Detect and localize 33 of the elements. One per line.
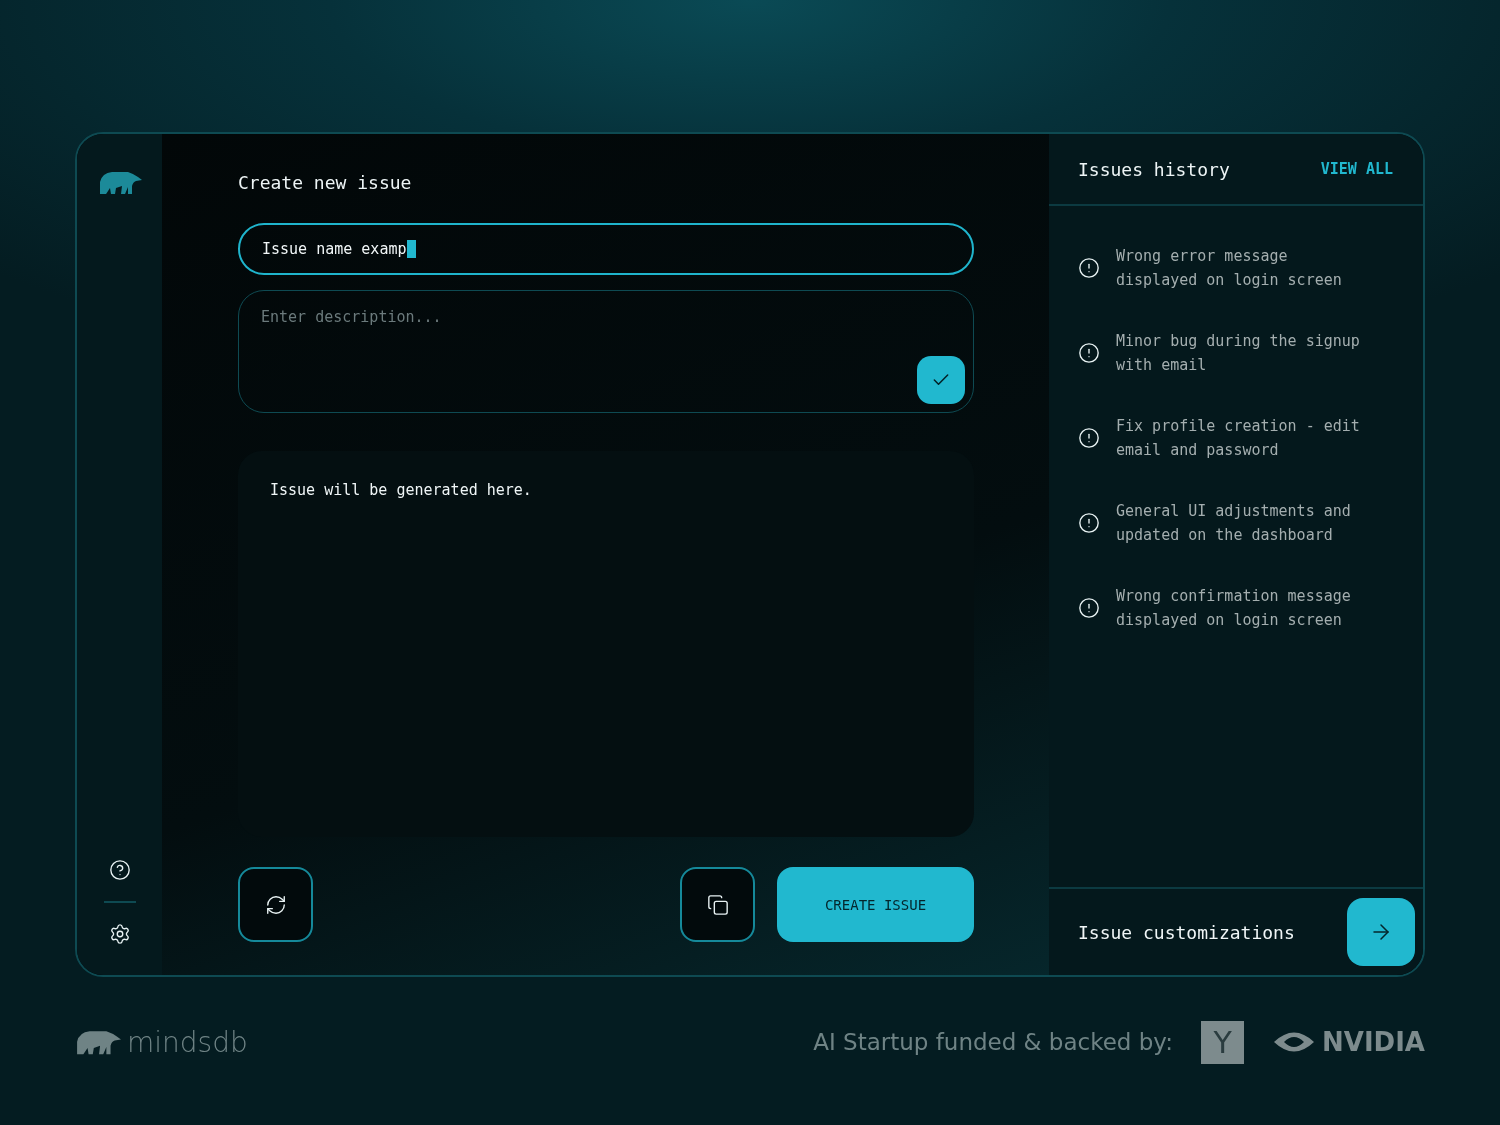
history-title: Issues history bbox=[1078, 158, 1230, 180]
text-cursor bbox=[406, 240, 416, 258]
confirm-button[interactable] bbox=[917, 356, 965, 404]
description-field[interactable]: Enter description... bbox=[238, 290, 974, 413]
history-item[interactable]: Wrong error message displayed on login screen bbox=[1116, 244, 1366, 292]
alert-icon bbox=[1078, 342, 1100, 364]
alert-icon bbox=[1078, 257, 1100, 279]
next-button[interactable] bbox=[1347, 898, 1415, 966]
brand-name: mindsdb bbox=[127, 1025, 248, 1059]
customizations-label: Issue customizations bbox=[1078, 921, 1296, 943]
bear-logo-icon bbox=[97, 170, 142, 195]
tagline: AI Startup funded & backed by: bbox=[813, 1029, 1174, 1055]
help-icon[interactable] bbox=[108, 859, 131, 881]
refresh-button[interactable] bbox=[238, 867, 313, 942]
refresh-icon bbox=[264, 893, 287, 916]
history-item[interactable]: Fix profile creation - edit email and password bbox=[1116, 414, 1366, 462]
page-title: Create new issue bbox=[238, 172, 413, 193]
create-issue-button[interactable]: CREATE ISSUE bbox=[777, 867, 974, 942]
copy-icon bbox=[706, 893, 729, 916]
bear-logo-icon bbox=[75, 1029, 121, 1055]
view-all-link[interactable]: VIEW ALL bbox=[1320, 160, 1393, 178]
alert-icon bbox=[1078, 427, 1100, 449]
backer-logo: NVIDIA bbox=[1322, 1027, 1425, 1057]
issue-name-field[interactable]: Issue name examp bbox=[238, 223, 974, 275]
backer-logo: Y bbox=[1201, 1020, 1245, 1064]
alert-icon bbox=[1078, 512, 1100, 534]
settings-icon[interactable] bbox=[108, 923, 131, 945]
output-text: Issue will be generated here. bbox=[270, 481, 533, 499]
copy-button[interactable] bbox=[680, 867, 755, 942]
history-item[interactable]: Wrong confirmation message displayed on login screen bbox=[1116, 584, 1366, 632]
alert-icon bbox=[1078, 597, 1100, 619]
history-item[interactable]: General UI adjustments and updated on the dashboard bbox=[1116, 499, 1366, 547]
history-item[interactable]: Minor bug during the signup with email bbox=[1116, 329, 1366, 377]
